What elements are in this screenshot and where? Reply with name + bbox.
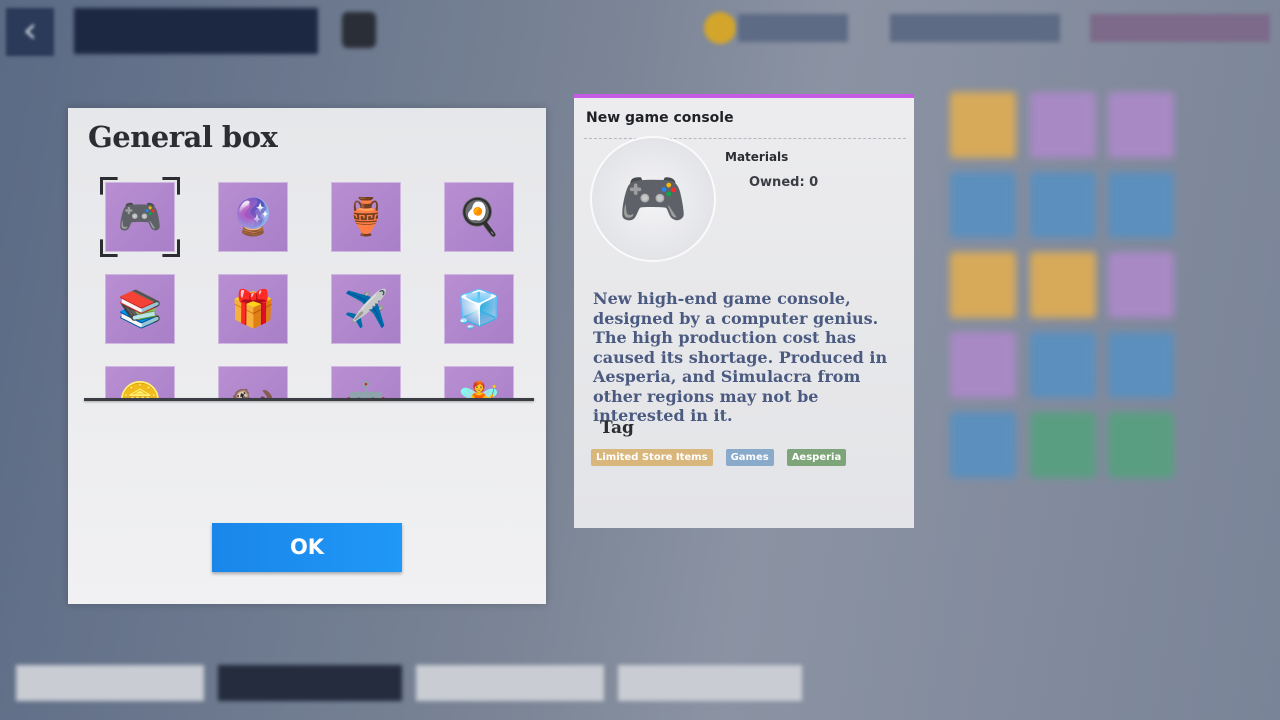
help-button[interactable] [342,12,376,48]
top-bar: ‹ [0,0,1280,60]
item-description: New high-end game console, designed by a… [593,289,888,425]
item-tile[interactable]: 🪙 [105,366,175,399]
back-button[interactable]: ‹ [6,8,54,56]
airship-model-icon: ✈️ [343,289,389,330]
bottom-tab[interactable] [416,665,604,701]
item-tile[interactable]: ✈️ [331,274,401,344]
bottom-tab[interactable] [618,665,802,701]
item-tile[interactable]: 🦦 [218,366,288,399]
gift-box-icon: 🎁 [230,289,276,330]
tag-badge: Limited Store Items [591,449,713,466]
coin-icon [704,12,736,44]
item-tile[interactable]: 📚 [105,274,175,344]
tag-badge: Aesperia [786,449,847,466]
robot-figure-icon: 🤖 [344,380,389,399]
general-box-dialog: General box 🎮 🔮 🏺 🍳 📚 🎁 ✈️ 🧊 🪙 🦦 🤖 🧚 OK [68,108,546,604]
currency-display [890,14,1060,42]
item-tile[interactable]: 🏺 [331,182,401,252]
screen-title-box [74,8,318,54]
ok-button[interactable]: OK [212,523,402,572]
dialog-title: General box [88,120,278,154]
item-tile[interactable]: 🍳 [444,182,514,252]
tag-heading: Tag [600,418,634,438]
item-detail-panel: New game console 🎮 Materials Owned: 0 Ne… [574,94,914,528]
currency-display [738,14,848,42]
item-image: 🎮 [590,136,716,262]
ice-cube-icon: 🧊 [456,289,502,330]
item-tile[interactable]: 🔮 [218,182,288,252]
book-set-icon: 📚 [117,289,163,330]
fairy-figure-icon: 🧚 [457,380,502,399]
item-tile[interactable]: 🧊 [444,274,514,344]
item-tile[interactable]: 🤖 [331,366,401,399]
cookware-icon: 🍳 [456,197,502,238]
item-tile[interactable]: 🎮 [105,182,175,252]
crystal-orb-icon: 🔮 [230,197,276,238]
otter-figure-icon: 🦦 [231,380,276,399]
bottom-tab[interactable] [16,665,204,701]
game-console-icon: 🎮 [618,167,688,232]
new-game-console-icon: 🎮 [117,197,163,238]
item-tile[interactable]: 🎁 [218,274,288,344]
divider [84,398,534,401]
item-grid: 🎮 🔮 🏺 🍳 📚 🎁 ✈️ 🧊 🪙 🦦 🤖 🧚 [84,176,524,399]
item-tile[interactable]: 🧚 [444,366,514,399]
tag-badge: Games [725,449,774,466]
tag-list: Limited Store Items Games Aesperia [591,449,847,466]
golden-ornament-icon: 🏺 [343,197,389,238]
item-name: New game console [586,110,734,126]
owned-count: Owned: 0 [749,175,819,190]
currency-display [1090,14,1270,42]
coin-icon: 🪙 [118,380,163,399]
bottom-tab-active[interactable] [218,665,402,701]
item-category: Materials [725,150,789,164]
